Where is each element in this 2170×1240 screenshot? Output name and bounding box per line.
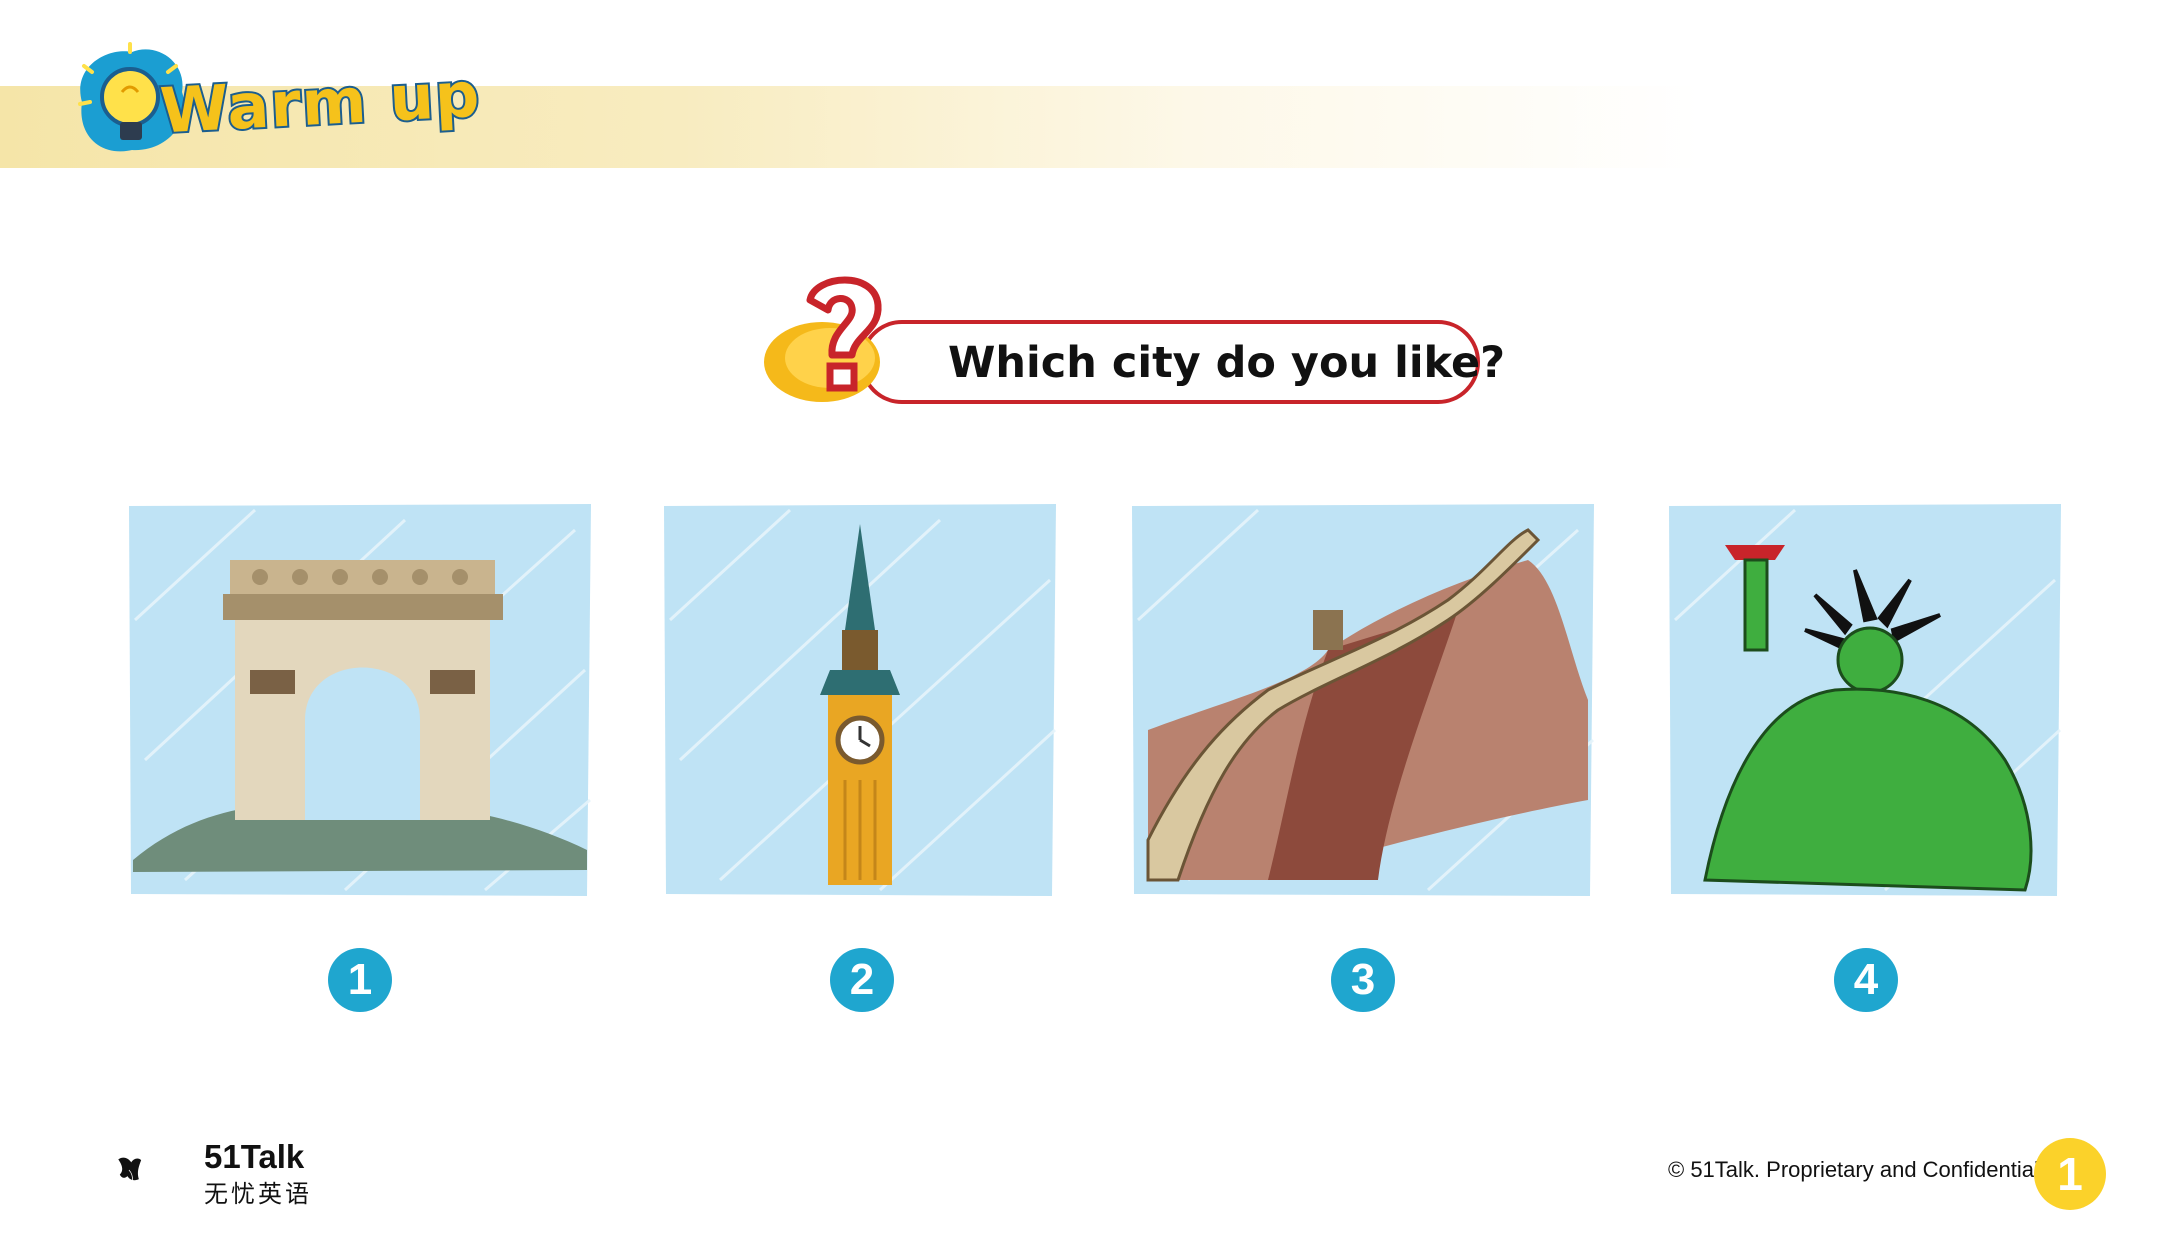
page-number-badge: 1 [2034, 1138, 2106, 1210]
great-wall-illustration [1132, 504, 1595, 896]
statue-of-liberty-illustration [1669, 504, 2062, 896]
landmark-card-2[interactable] [660, 500, 1060, 900]
copyright-notice: © 51Talk. Proprietary and Confidential. [1668, 1157, 2045, 1182]
brand-name: 51Talk [204, 1138, 305, 1175]
question-text: Which city do you like? [948, 338, 1506, 388]
landmark-card-3[interactable] [1128, 500, 1598, 900]
option-number-4[interactable]: 4 [1834, 948, 1898, 1012]
option-number-1[interactable]: 1 [328, 948, 392, 1012]
question-mark-icon [764, 276, 882, 402]
option-number-2[interactable]: 2 [830, 948, 894, 1012]
51talk-logo-icon [118, 1157, 142, 1182]
brand-name-chinese: 无忧英语 [204, 1180, 312, 1208]
question-banner: Which city do you like? [760, 270, 1505, 420]
landmark-card-1[interactable] [125, 500, 595, 900]
option-number-3[interactable]: 3 [1331, 948, 1395, 1012]
arc-de-triomphe-illustration [129, 504, 591, 896]
big-ben-illustration [664, 504, 1057, 896]
landmark-card-4[interactable] [1665, 500, 2065, 900]
